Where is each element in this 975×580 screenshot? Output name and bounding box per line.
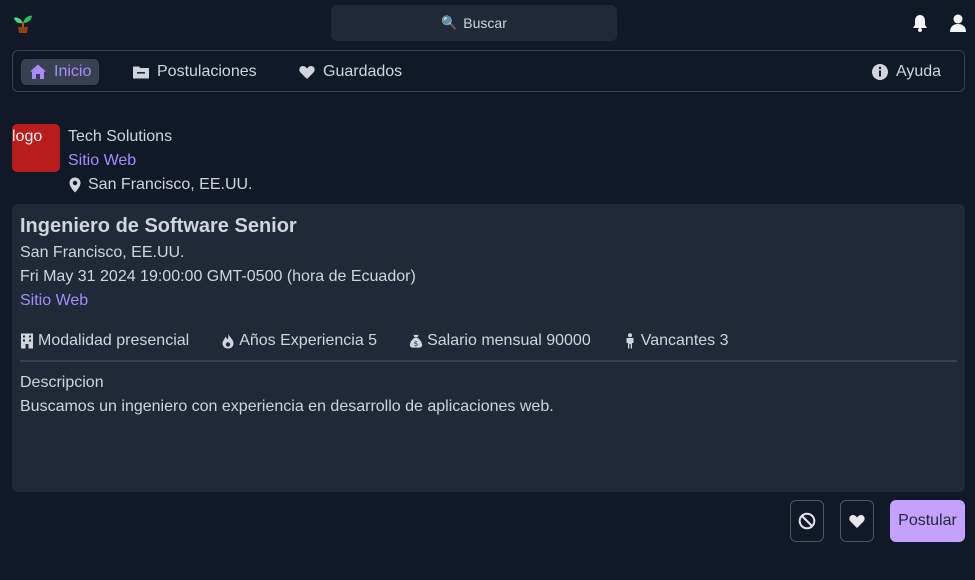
info-icon (872, 64, 888, 80)
description-text: Buscamos un ingeniero con experiencia en… (20, 398, 554, 415)
nav-item-label: Postulaciones (157, 63, 257, 80)
sprout-logo-icon[interactable] (12, 12, 34, 34)
save-favorite-button[interactable] (840, 500, 874, 542)
discard-button[interactable] (790, 500, 824, 542)
description-label: Descripcion (20, 374, 104, 391)
apply-button[interactable]: Postular (890, 500, 965, 542)
svg-text:$: $ (414, 340, 418, 348)
heart-icon (849, 514, 865, 528)
nav-item-label: Inicio (54, 63, 92, 80)
search-button[interactable]: 🔍 Buscar (331, 5, 617, 41)
feature-experience: Años Experiencia 5 (221, 332, 377, 350)
user-icon[interactable] (948, 13, 968, 33)
home-icon (30, 64, 46, 79)
job-location: San Francisco, EE.UU. (20, 244, 185, 261)
feature-salary: $ Salario mensual 90000 (409, 332, 591, 350)
job-website-link[interactable]: Sitio Web (20, 292, 88, 310)
search-label: Buscar (463, 15, 507, 31)
job-title: Ingeniero de Software Senior (20, 215, 297, 237)
company-logo: logo (12, 124, 60, 172)
ban-icon (798, 512, 816, 530)
company-location: San Francisco, EE.UU. (68, 176, 253, 194)
feature-vacancies: Vancantes 3 (623, 332, 729, 350)
map-pin-icon (69, 177, 81, 193)
feature-experience-text: Años Experiencia 5 (239, 332, 378, 349)
feature-vacancies-text: Vancantes 3 (640, 332, 729, 349)
nav-item-label: Guardados (323, 63, 403, 80)
building-icon (21, 333, 33, 349)
nav-item-postulaciones[interactable]: Postulaciones (124, 59, 265, 85)
person-icon (626, 333, 634, 349)
money-bag-icon: $ (409, 334, 423, 348)
divider (20, 360, 957, 362)
feature-salary-text: Salario mensual 90000 (427, 332, 591, 349)
nav-item-guardados[interactable]: Guardados (290, 59, 410, 85)
job-card: Ingeniero de Software Senior San Francis… (12, 204, 965, 492)
nav-item-inicio[interactable]: Inicio (21, 59, 100, 85)
nav-item-ayuda[interactable]: Ayuda (863, 59, 949, 85)
fire-icon (222, 333, 234, 349)
main-nav: Inicio Postulaciones Guardados Ayuda (12, 50, 965, 92)
folder-icon (133, 66, 149, 79)
bell-icon[interactable] (910, 13, 930, 33)
nav-item-label: Ayuda (896, 63, 942, 80)
search-icon: 🔍 (441, 15, 458, 30)
job-date: Fri May 31 2024 19:00:00 GMT-0500 (hora … (20, 268, 416, 285)
company-name: Tech Solutions (68, 128, 173, 145)
job-features: Modalidad presencial Años Experiencia 5 … (20, 332, 729, 350)
top-bar: 🔍 Buscar (0, 0, 975, 46)
company-location-text: San Francisco, EE.UU. (88, 176, 253, 193)
company-website-link[interactable]: Sitio Web (68, 152, 136, 170)
heart-icon (299, 65, 315, 79)
feature-modality: Modalidad presencial (20, 332, 189, 350)
feature-modality-text: Modalidad presencial (38, 332, 190, 349)
